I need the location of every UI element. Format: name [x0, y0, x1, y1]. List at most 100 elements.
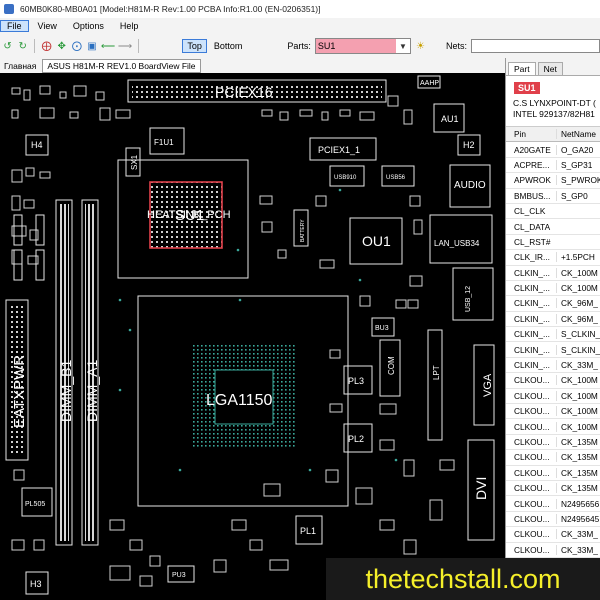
- label-eatxpwr: EATXPWR: [11, 355, 28, 428]
- table-row[interactable]: CLKIN_... CK_100M: [506, 266, 600, 281]
- netname-cell: N2495656: [555, 498, 600, 509]
- table-row[interactable]: CLKOU... N2495656: [506, 496, 600, 512]
- table-row[interactable]: CLKIN_... S_CLKIN_: [506, 327, 600, 343]
- netname-cell: CK_33M_: [555, 529, 600, 540]
- table-row[interactable]: APWROK S_PWROK: [506, 173, 600, 189]
- title-bar: 60MB0K80-MB0A01 [Model:H81M-R Rev:1.00 P…: [0, 0, 600, 19]
- forward-arrow-icon[interactable]: ⟶: [118, 40, 132, 53]
- table-row[interactable]: CLKOU... CK_135M: [506, 466, 600, 481]
- table-row[interactable]: CLKOU... CK_100M: [506, 404, 600, 420]
- table-row[interactable]: ACPRE... S_GP31: [506, 158, 600, 174]
- zoom-in-icon[interactable]: ⨁: [41, 40, 52, 53]
- table-row[interactable]: CLK_IR... +1.5PCH: [506, 250, 600, 266]
- netname-cell: CK_100M: [555, 421, 600, 432]
- label-pu3: PU3: [172, 572, 186, 579]
- table-row[interactable]: CLKOU... CK_100M: [506, 389, 600, 405]
- rotate-left-icon[interactable]: ↺: [2, 40, 13, 53]
- pin-cell: CLKOU...: [514, 437, 550, 447]
- table-row[interactable]: CLKOU... CK_100M: [506, 419, 600, 435]
- board-drawing[interactable]: PCIEX16 PCIEX1_1 SU1 HEATSINK_PCH OU1 LG…: [0, 73, 505, 600]
- rotate-right-icon[interactable]: ↻: [17, 40, 28, 53]
- netname-cell: CK_96M_: [555, 313, 600, 324]
- toolbar: ↺ ↻ ⨁ ✥ ⨀ ▣ ⟵ ⟶ Top Bottom Parts: ▼ ☀ Ne…: [0, 34, 600, 59]
- part-info-panel: Part Net SU1 C.S LYNXPOINT-DT ( INTEL 92…: [505, 58, 600, 600]
- top-side-button[interactable]: Top: [182, 39, 207, 53]
- table-row[interactable]: CLKIN_... CK_96M_: [506, 312, 600, 328]
- table-row[interactable]: CLKIN_... CK_33M_: [506, 358, 600, 374]
- parts-input[interactable]: [315, 39, 396, 53]
- bottom-side-button[interactable]: Bottom: [209, 39, 248, 53]
- pin-cell: CLKOU...: [514, 483, 550, 494]
- netname-cell: CK_135M: [555, 437, 600, 447]
- chevron-down-icon[interactable]: ▼: [396, 39, 410, 53]
- label-h3: H3: [30, 579, 42, 589]
- parts-combobox[interactable]: ▼: [314, 38, 411, 54]
- panel-tabs: Part Net: [506, 58, 600, 76]
- tab-part[interactable]: Part: [508, 62, 536, 75]
- label-lpt: LPT: [432, 365, 441, 380]
- back-arrow-icon[interactable]: ⟵: [101, 40, 115, 53]
- table-row[interactable]: CLKOU... CK_135M: [506, 481, 600, 497]
- menu-view[interactable]: View: [31, 20, 64, 32]
- pin-cell: CLKIN_...: [514, 329, 550, 340]
- netname-cell: N2495645: [555, 513, 600, 524]
- pin-cell: CLKIN_...: [514, 298, 550, 309]
- app-icon: [4, 4, 14, 14]
- tab-net[interactable]: Net: [537, 62, 563, 75]
- toolbar-separator: [34, 39, 36, 53]
- table-row[interactable]: CL_CLK: [506, 204, 600, 220]
- label-aahp: AAHP: [420, 80, 439, 87]
- netname-cell: CK_33M_: [555, 360, 600, 371]
- label-pl3: PL3: [348, 376, 364, 386]
- menu-options[interactable]: Options: [66, 20, 111, 32]
- pin-cell: CLKOU...: [514, 421, 550, 432]
- table-row[interactable]: CLKIN_... CK_96M_: [506, 296, 600, 312]
- netname-cell: S_GP0: [555, 190, 600, 201]
- pin-cell: CLKOU...: [514, 544, 550, 555]
- label-sx1: SX1: [130, 154, 139, 170]
- board-canvas[interactable]: PCIEX16 PCIEX1_1 SU1 HEATSINK_PCH OU1 LG…: [0, 73, 505, 600]
- table-row[interactable]: CLKIN_... S_CLKIN_: [506, 342, 600, 358]
- zoom-fit-icon[interactable]: ✥: [56, 40, 67, 53]
- table-row[interactable]: CLKOU... CK_135M: [506, 435, 600, 451]
- label-f1u1: F1U1: [154, 138, 174, 147]
- selected-part-name: SU1: [514, 82, 540, 94]
- label-usb910: USB910: [334, 175, 357, 181]
- lpt-header: [427, 329, 443, 441]
- table-row[interactable]: BMBUS... S_GP0: [506, 189, 600, 204]
- table-row[interactable]: A20GATE O_GA20: [506, 142, 600, 158]
- netname-cell: S_PWROK: [555, 175, 600, 186]
- file-tab[interactable]: ASUS H81M-R REV1.0 BoardView File: [42, 58, 201, 73]
- home-tab[interactable]: Главная: [4, 61, 36, 71]
- table-row[interactable]: CLKOU... CK_33M_: [506, 543, 600, 558]
- pin-cell: CL_RST#: [514, 236, 551, 247]
- table-row[interactable]: CL_DATA: [506, 219, 600, 235]
- label-com: COM: [387, 356, 396, 375]
- netname-cell: CK_100M: [555, 375, 600, 386]
- pin-cell: CL_CLK: [514, 206, 546, 217]
- menu-file[interactable]: File: [0, 20, 29, 32]
- menu-help[interactable]: Help: [113, 20, 146, 32]
- table-row[interactable]: CLKOU... CK_100M: [506, 373, 600, 389]
- zoom-out-icon[interactable]: ⨀: [71, 40, 82, 53]
- sata-connector-1: [13, 214, 23, 246]
- table-row[interactable]: CLKOU... CK_33M_: [506, 527, 600, 543]
- netname-cell: CK_33M_: [555, 544, 600, 555]
- table-row[interactable]: CLKOU... N2495645: [506, 512, 600, 528]
- table-row[interactable]: CLKOU... CK_135M: [506, 450, 600, 466]
- pin-cell: CLKOU...: [514, 498, 550, 509]
- nets-input[interactable]: [471, 39, 600, 53]
- column-header-netname[interactable]: NetName: [555, 129, 600, 140]
- lightbulb-icon[interactable]: ☀: [415, 40, 426, 53]
- pin-cell: CLKIN_...: [514, 267, 550, 278]
- select-icon[interactable]: ▣: [86, 40, 97, 53]
- table-row[interactable]: CLKIN_... CK_100M: [506, 281, 600, 297]
- netname-cell: S_CLKIN_: [555, 329, 600, 340]
- column-header-pin[interactable]: Pin: [506, 129, 556, 139]
- netname-cell: O_GA20: [555, 144, 600, 155]
- pin-cell: CLKOU...: [514, 467, 550, 478]
- nets-label: Nets:: [446, 41, 468, 51]
- label-dimm-a1: DIMM_A1: [84, 360, 100, 422]
- pin-cell: CLKIN_...: [514, 313, 550, 324]
- table-row[interactable]: CL_RST#: [506, 235, 600, 251]
